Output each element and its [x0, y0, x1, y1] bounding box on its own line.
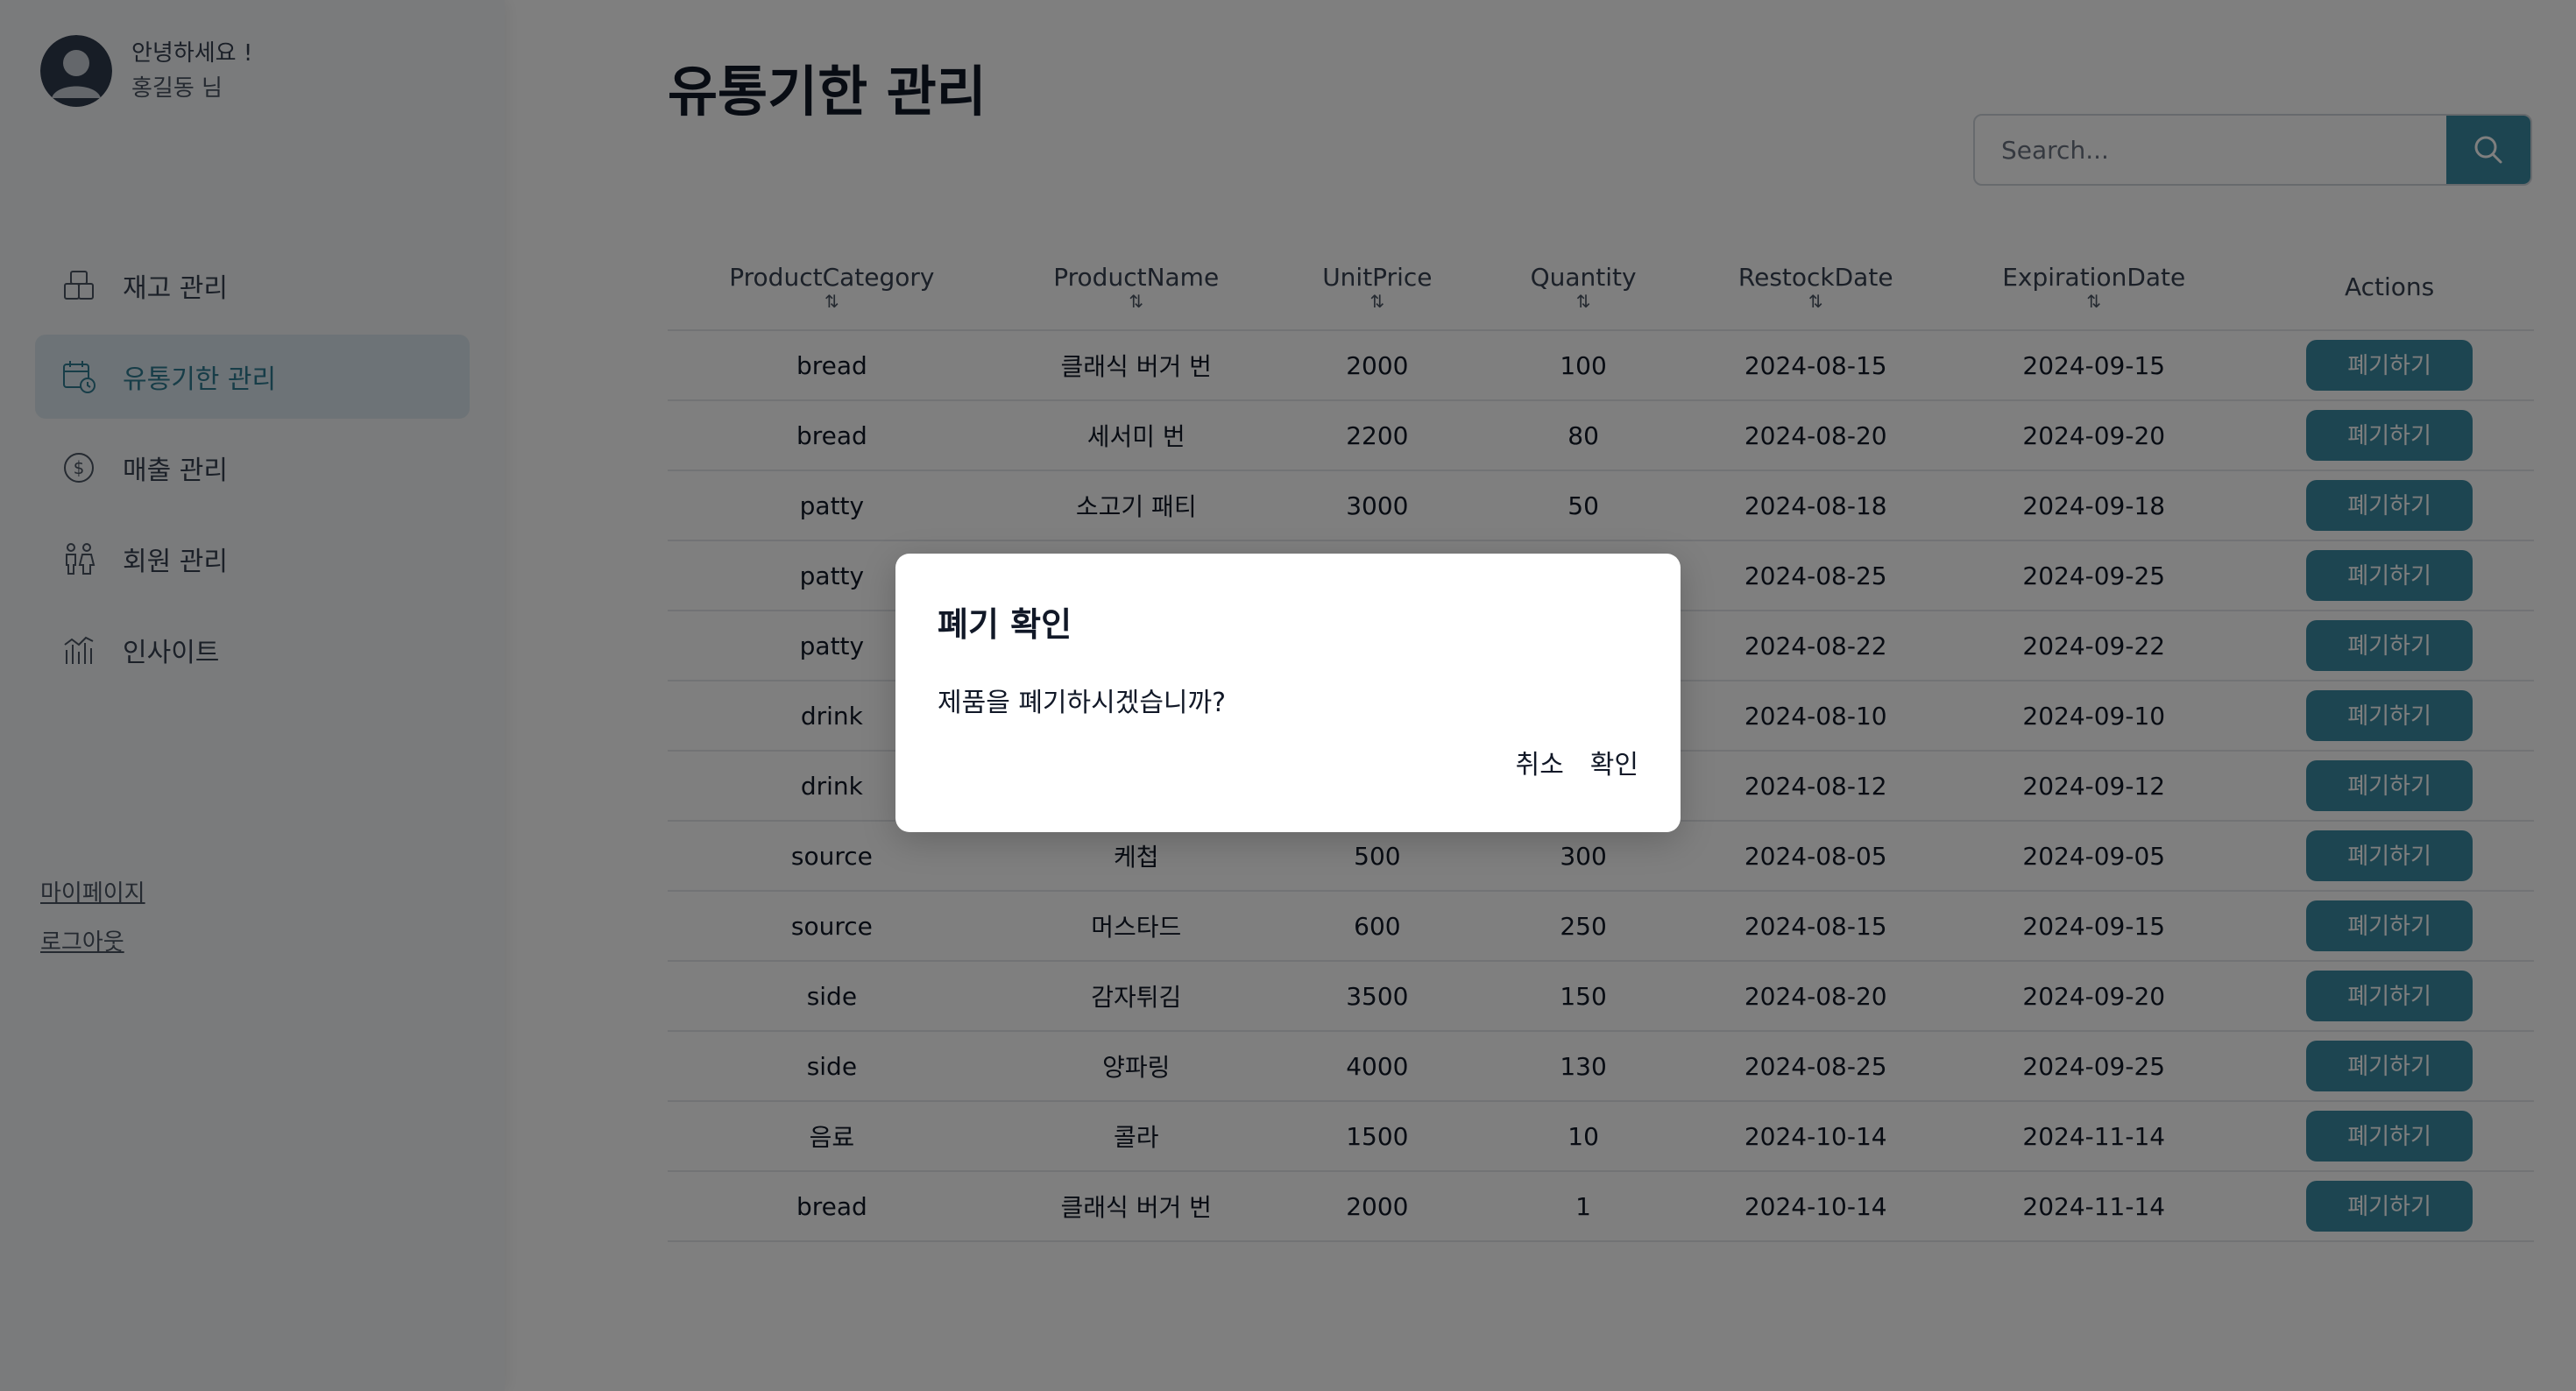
dialog-title: 폐기 확인 [938, 605, 1072, 644]
dialog-message: 제품을 폐기하시겠습니까? [938, 688, 1227, 718]
dialog-actions: 취소 확인 [1516, 743, 1638, 781]
cancel-button[interactable]: 취소 [1516, 743, 1564, 781]
dispose-confirm-dialog: 폐기 확인 제품을 폐기하시겠습니까? 취소 확인 [895, 554, 1681, 832]
confirm-button[interactable]: 확인 [1590, 743, 1638, 781]
